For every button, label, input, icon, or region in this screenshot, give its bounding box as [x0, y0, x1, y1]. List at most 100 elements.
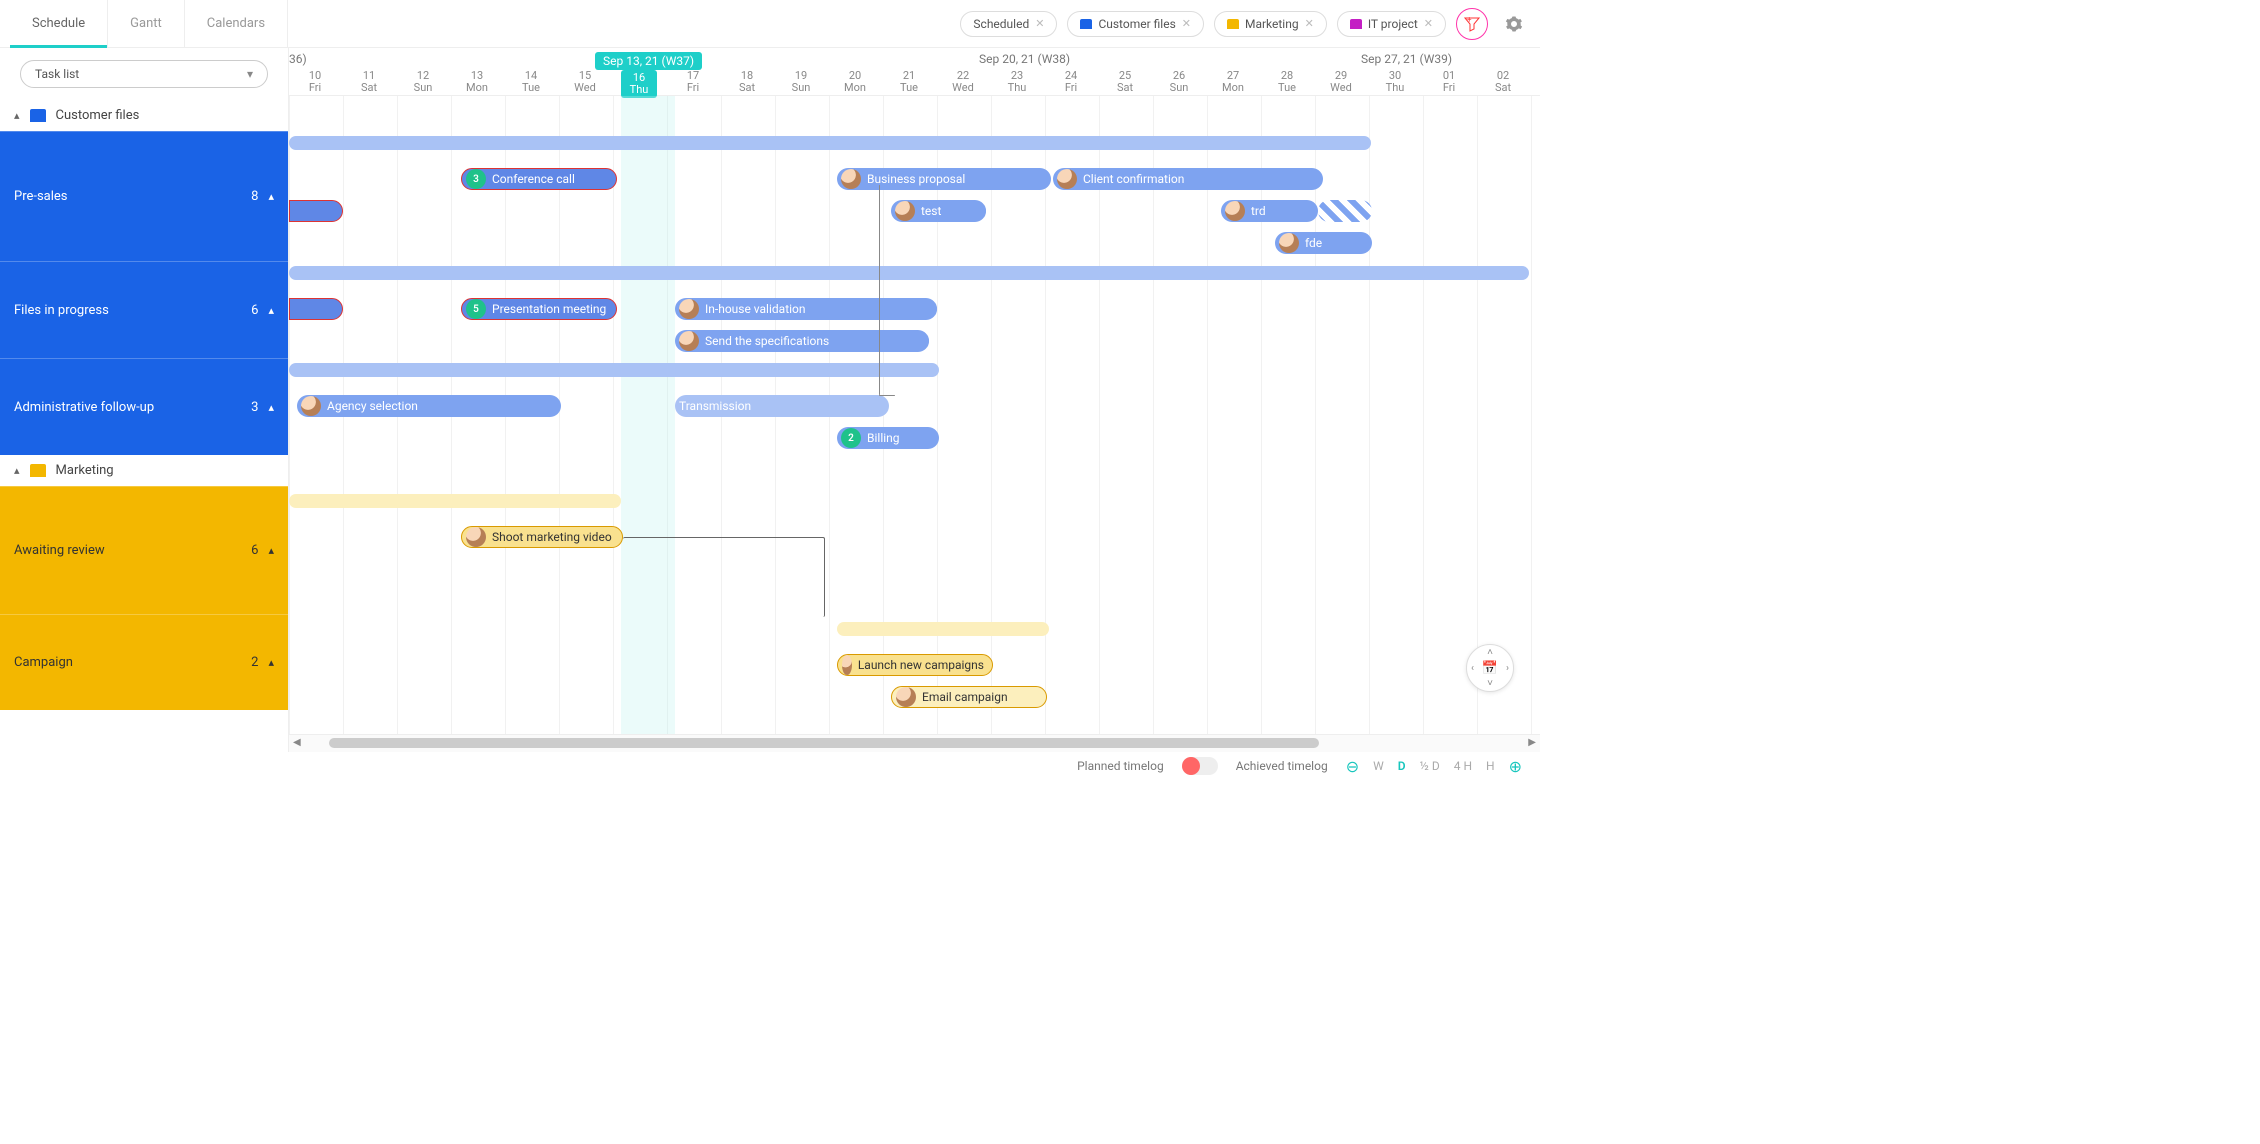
day-column[interactable]: 23Thu	[999, 70, 1035, 94]
task-presentation-meeting[interactable]: 5 Presentation meeting	[461, 298, 617, 320]
day-column[interactable]: 21Tue	[891, 70, 927, 94]
add-filter-button[interactable]: +	[1456, 8, 1488, 40]
summary-bar[interactable]	[289, 266, 1529, 280]
row-awaiting-review[interactable]: Awaiting review 6 ▴	[0, 486, 288, 614]
task-partial[interactable]	[289, 200, 343, 222]
zoom-hour[interactable]: H	[1486, 759, 1495, 773]
task-test[interactable]: test	[891, 200, 986, 222]
day-column[interactable]: 11Sat	[351, 70, 387, 94]
day-column[interactable]: 20Mon	[837, 70, 873, 94]
tab-schedule[interactable]: Schedule	[10, 0, 108, 47]
filter-it-project[interactable]: IT project ✕	[1337, 11, 1446, 37]
day-column[interactable]: 16Thu	[621, 70, 657, 98]
close-icon[interactable]: ✕	[1424, 17, 1433, 30]
day-column[interactable]: 12Sun	[405, 70, 441, 94]
zoom-week[interactable]: W	[1373, 759, 1384, 773]
task-shoot-video[interactable]: Shoot marketing video	[461, 526, 623, 548]
task-label: Billing	[867, 431, 900, 445]
timelog-toggle[interactable]	[1182, 757, 1218, 775]
day-column[interactable]: 25Sat	[1107, 70, 1143, 94]
chevron-down-icon[interactable]: ˅	[1487, 678, 1493, 689]
summary-bar[interactable]	[289, 136, 1371, 150]
tasklist-selector[interactable]: Task list ▾	[20, 60, 268, 88]
zoom-day[interactable]: D	[1398, 759, 1406, 773]
row-count: 3	[251, 400, 258, 415]
task-partial[interactable]	[289, 298, 343, 320]
day-column[interactable]: 02Sat	[1485, 70, 1521, 94]
task-client-confirmation[interactable]: Client confirmation	[1053, 168, 1323, 190]
day-column[interactable]: 28Tue	[1269, 70, 1305, 94]
filter-customer-files[interactable]: Customer files ✕	[1067, 11, 1204, 37]
day-column[interactable]: 22Wed	[945, 70, 981, 94]
row-campaign[interactable]: Campaign 2 ▴	[0, 614, 288, 710]
filter-marketing[interactable]: Marketing ✕	[1214, 11, 1327, 37]
task-transmission[interactable]: Transmission	[675, 395, 889, 417]
day-column[interactable]: 24Fri	[1053, 70, 1089, 94]
row-admin-followup[interactable]: Administrative follow-up 3 ▴	[0, 358, 288, 455]
day-column[interactable]: 19Sun	[783, 70, 819, 94]
filter-scheduled[interactable]: Scheduled ✕	[960, 11, 1057, 37]
task-striped[interactable]	[1318, 200, 1372, 222]
close-icon[interactable]: ✕	[1305, 17, 1314, 30]
group-header-marketing[interactable]: ▴ Marketing	[0, 455, 288, 486]
timeline-body[interactable]: 3 Conference call Business proposal Clie…	[289, 96, 1540, 734]
task-agency-selection[interactable]: Agency selection	[297, 395, 561, 417]
day-column[interactable]: 01Fri	[1431, 70, 1467, 94]
task-inhouse-validation[interactable]: In-house validation	[675, 298, 937, 320]
count-badge: 5	[466, 299, 486, 319]
close-icon[interactable]: ✕	[1182, 17, 1191, 30]
tab-gantt[interactable]: Gantt	[108, 0, 185, 47]
day-column[interactable]: 10Fri	[297, 70, 333, 94]
row-files-in-progress[interactable]: Files in progress 6 ▴	[0, 261, 288, 358]
toggle-knob	[1182, 757, 1200, 775]
zoom-in-icon[interactable]: ⊕	[1509, 757, 1522, 776]
row-title: Administrative follow-up	[14, 400, 154, 415]
task-conference-call[interactable]: 3 Conference call	[461, 168, 617, 190]
task-email-campaign[interactable]: Email campaign	[891, 686, 1047, 708]
chevron-right-icon[interactable]: ›	[1506, 663, 1509, 674]
group-header-customer[interactable]: ▴ Customer files	[0, 100, 288, 131]
day-column[interactable]: 18Sat	[729, 70, 765, 94]
settings-button[interactable]	[1498, 8, 1530, 40]
task-label: trd	[1251, 204, 1266, 218]
task-send-specifications[interactable]: Send the specifications	[675, 330, 929, 352]
task-business-proposal[interactable]: Business proposal	[837, 168, 1051, 190]
day-column[interactable]: 26Sun	[1161, 70, 1197, 94]
date-navigator[interactable]: ‹ 📅 › ˄ ˅	[1466, 644, 1514, 692]
task-launch-campaigns[interactable]: Launch new campaigns	[837, 654, 993, 676]
row-presales[interactable]: Pre-sales 8 ▴	[0, 131, 288, 261]
timeline-header: 36) Sep 13, 21 (W37) Sep 20, 21 (W38) Se…	[289, 48, 1540, 96]
chevron-up-icon[interactable]: ˄	[1487, 647, 1493, 658]
day-column[interactable]: 27Mon	[1215, 70, 1251, 94]
day-column[interactable]: 29Wed	[1323, 70, 1359, 94]
task-billing[interactable]: 2 Billing	[837, 427, 939, 449]
tab-calendars[interactable]: Calendars	[185, 0, 288, 47]
scroll-left-icon[interactable]: ◀	[293, 737, 301, 748]
summary-bar[interactable]	[837, 622, 1049, 636]
horizontal-scrollbar[interactable]: ◀ ▶	[289, 734, 1540, 752]
calendar-icon[interactable]: 📅	[1482, 661, 1498, 676]
day-column[interactable]: 15Wed	[567, 70, 603, 94]
timeline-row-campaign: Launch new campaigns Email campaign	[289, 616, 1540, 712]
zoom-out-icon[interactable]: ⊖	[1346, 757, 1359, 776]
day-column[interactable]: 30Thu	[1377, 70, 1413, 94]
zoom-4h[interactable]: 4 H	[1454, 759, 1472, 773]
day-column[interactable]: 13Mon	[459, 70, 495, 94]
achieved-label: Achieved timelog	[1236, 759, 1328, 773]
close-icon[interactable]: ✕	[1035, 17, 1044, 30]
avatar-icon	[895, 201, 915, 221]
scrollbar-thumb[interactable]	[329, 738, 1319, 748]
chevron-left-icon[interactable]: ‹	[1471, 663, 1474, 674]
task-fde[interactable]: fde	[1275, 232, 1372, 254]
day-column[interactable]: 17Fri	[675, 70, 711, 94]
day-column[interactable]: 14Tue	[513, 70, 549, 94]
task-trd[interactable]: trd	[1221, 200, 1318, 222]
task-label: Client confirmation	[1083, 172, 1184, 186]
row-count: 6	[251, 303, 258, 318]
task-label: Shoot marketing video	[492, 530, 612, 544]
scroll-right-icon[interactable]: ▶	[1528, 737, 1536, 748]
zoom-half-day[interactable]: ½ D	[1420, 759, 1440, 773]
summary-bar[interactable]	[289, 494, 621, 508]
summary-bar[interactable]	[289, 363, 939, 377]
chevron-up-icon: ▴	[14, 109, 20, 122]
